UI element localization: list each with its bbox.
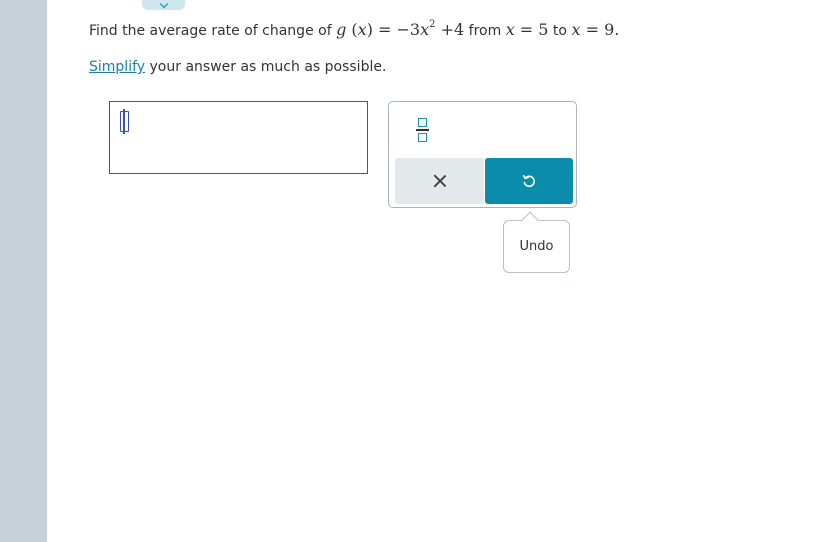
question-text: Find the average rate of change of g (x)… [89,17,619,44]
instruction-rest: your answer as much as possible. [145,59,387,75]
rhs-exponent: 2 [429,18,436,30]
text-caret [123,109,125,134]
rhs-coeff: −3 [396,20,421,39]
simplify-link[interactable]: Simplify [89,59,145,75]
from-text: from [464,23,506,39]
instruction-text: Simplify your answer as much as possible… [89,57,386,77]
answer-input[interactable] [109,101,368,174]
tooltip-arrow [521,211,539,229]
question-prefix: Find the average rate of change of [89,23,337,39]
to-var: x [571,20,581,39]
collapse-tab[interactable] [142,0,185,10]
chevron-down-icon [159,0,169,9]
rhs-constant: +4 [440,20,465,39]
function-name: g [336,20,347,39]
close-icon [433,174,447,188]
question-end: . [614,20,620,39]
rhs-var: x [420,20,430,39]
from-expression: x = 5 [505,20,549,39]
to-expression: x = 9. [571,20,620,39]
to-text: to [548,23,572,39]
fraction-button[interactable] [415,116,431,146]
left-rail [0,0,47,542]
cursor-placeholder [120,109,129,134]
tooltip-label: Undo [519,239,554,254]
undo-icon [522,175,535,188]
fraction-icon [418,118,427,127]
undo-button[interactable] [485,158,573,204]
from-value: 5 [538,20,549,39]
function-expression: g (x) = −3x2 +4 [336,18,465,39]
function-variable: x [357,20,367,39]
math-palette [388,101,577,208]
fraction-denominator [418,133,427,142]
fraction-bar [416,129,429,131]
from-var: x [505,20,515,39]
undo-tooltip: Undo [503,211,570,273]
clear-button[interactable] [395,158,484,204]
to-value: 9 [604,20,615,39]
